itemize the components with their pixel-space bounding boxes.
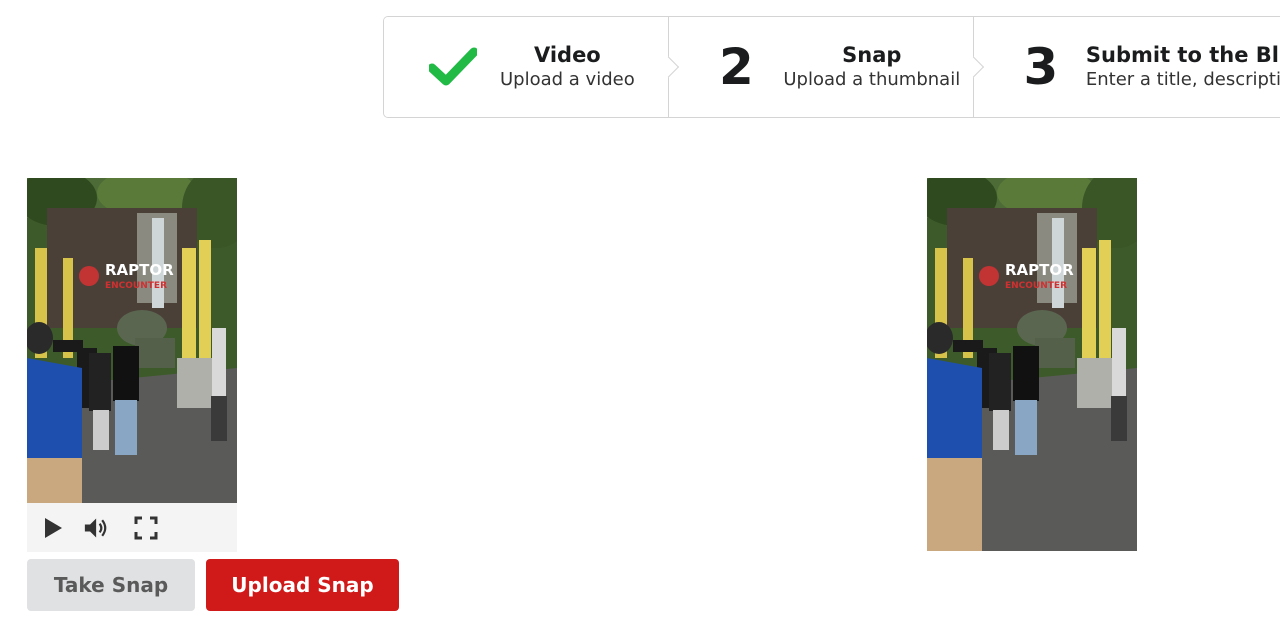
step-number: 3: [1023, 38, 1059, 96]
steps-bar: Video Upload a video 2 Snap Upload a thu…: [383, 16, 1280, 118]
video-controls: [27, 503, 237, 552]
step-description: Enter a title, descriptio: [1085, 69, 1280, 90]
checkmark-icon: [428, 47, 478, 87]
step-snap[interactable]: 2 Snap Upload a thumbnail: [668, 17, 984, 117]
step-description: Upload a thumbnail: [783, 69, 961, 90]
step-description: Upload a video: [500, 69, 635, 90]
volume-icon[interactable]: [84, 515, 110, 541]
step-video[interactable]: Video Upload a video: [384, 17, 680, 117]
video-image: RAPTOR ENCOUNTER: [27, 178, 237, 503]
play-icon[interactable]: [40, 515, 66, 541]
video-frame[interactable]: RAPTOR ENCOUNTER: [27, 178, 237, 503]
thumbnail-image: RAPTOR ENCOUNTER: [927, 178, 1137, 551]
step-submit[interactable]: 3 Submit to the Bl Enter a title, descri…: [972, 17, 1280, 117]
svg-text:ENCOUNTER: ENCOUNTER: [1005, 281, 1067, 291]
step-title: Video: [533, 43, 601, 67]
thumbnail-preview: RAPTOR ENCOUNTER: [927, 178, 1137, 551]
take-snap-button[interactable]: Take Snap: [27, 559, 195, 611]
video-player[interactable]: RAPTOR ENCOUNTER: [27, 178, 237, 552]
step-title: Snap: [842, 43, 902, 67]
upload-snap-button[interactable]: Upload Snap: [206, 559, 399, 611]
step-title: Submit to the Bl: [1085, 43, 1279, 67]
fullscreen-icon[interactable]: [133, 515, 159, 541]
svg-text:RAPTOR: RAPTOR: [105, 261, 174, 279]
svg-text:ENCOUNTER: ENCOUNTER: [105, 281, 167, 291]
svg-text:RAPTOR: RAPTOR: [1005, 261, 1074, 279]
step-number: 2: [718, 38, 754, 96]
